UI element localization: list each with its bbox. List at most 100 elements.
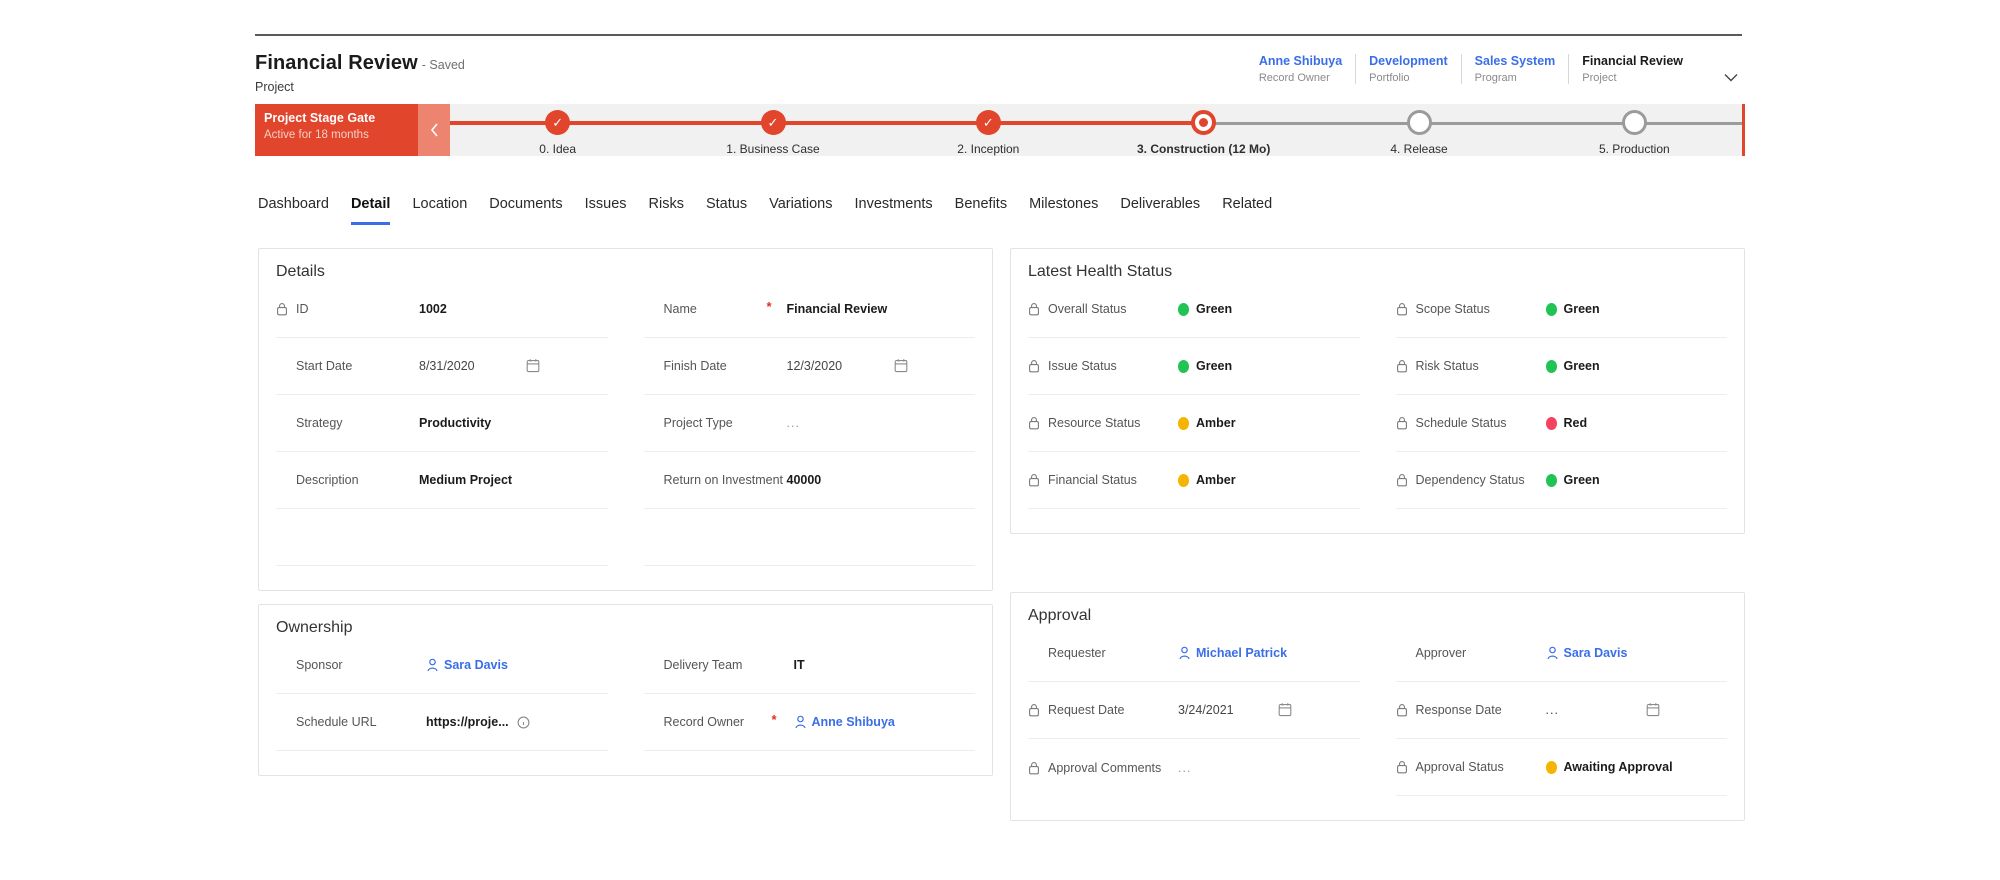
field-row[interactable]: Return on Investment 40000	[643, 452, 975, 509]
field-value-person[interactable]: Anne Shibuya	[794, 715, 895, 729]
stage-gate-node-todo-icon[interactable]	[1406, 110, 1432, 135]
calendar-icon[interactable]	[526, 358, 540, 373]
field-row[interactable]: ID 1002	[276, 281, 608, 338]
info-icon[interactable]	[517, 716, 530, 729]
field-row[interactable]: Name * Financial Review	[643, 281, 975, 338]
tab-location[interactable]: Location	[401, 196, 478, 212]
stage-gate-label: Project Stage Gate Active for 18 months	[255, 104, 418, 156]
ownership-left-column: Sponsor Sara Davis Schedule URL https://pro…	[276, 637, 626, 751]
field-value-empty[interactable]: ...	[787, 416, 800, 430]
stage-gate-step-3[interactable]: 3. Construction (12 Mo)	[1114, 104, 1294, 156]
chevron-down-icon[interactable]	[1720, 66, 1742, 88]
field-value-url[interactable]: https://proje...	[426, 715, 530, 729]
page-title: Financial Review - Saved	[255, 52, 465, 75]
stage-gate-step-1[interactable]: ✓ 1. Business Case	[683, 104, 863, 156]
tab-benefits[interactable]: Benefits	[944, 196, 1018, 212]
field-row[interactable]: Sponsor Sara Davis	[276, 637, 608, 694]
stage-gate-node-current-icon[interactable]	[1191, 110, 1217, 135]
tab-status[interactable]: Status	[695, 196, 758, 212]
status-dot-icon	[1178, 359, 1189, 373]
field-value-text[interactable]: Financial Review	[787, 302, 888, 316]
field-value-text[interactable]: Medium Project	[419, 473, 512, 487]
status-label: Awaiting Approval	[1563, 760, 1673, 774]
field-row[interactable]: Start Date 8/31/2020	[276, 338, 608, 395]
status-badge[interactable]: Amber	[1178, 473, 1236, 487]
status-field-row[interactable]: Risk Status Green	[1395, 338, 1727, 395]
field-row[interactable]: Approval Comments...	[1028, 739, 1360, 796]
stage-gate-step-2[interactable]: ✓ 2. Inception	[898, 104, 1078, 156]
field-value-date[interactable]: ...	[1546, 703, 1559, 717]
stage-gate-step-4[interactable]: 4. Release	[1329, 104, 1509, 156]
tab-label: Status	[705, 196, 748, 212]
field-row[interactable]: Request Date 3/24/2021	[1028, 682, 1360, 739]
field-value-date[interactable]: 12/3/2020	[787, 359, 843, 373]
empty-field-row	[643, 509, 975, 566]
tab-investments[interactable]: Investments	[844, 196, 944, 212]
field-row[interactable]: Record Owner * Anne Shibuya	[643, 694, 975, 751]
status-badge[interactable]: Green	[1178, 302, 1232, 316]
status-field-row[interactable]: Overall Status Green	[1028, 281, 1360, 338]
calendar-icon[interactable]	[1278, 702, 1292, 717]
tab-documents[interactable]: Documents	[478, 196, 573, 212]
field-value-date[interactable]: 3/24/2021	[1178, 703, 1234, 717]
field-row[interactable]: Strategy Productivity	[276, 395, 608, 452]
app-page: Financial Review - Saved Project Anne Shi…	[0, 0, 2000, 880]
field-row[interactable]: Approver Sara Davis	[1395, 625, 1727, 682]
field-row[interactable]: Delivery Team IT	[643, 637, 975, 694]
status-field-row[interactable]: Issue Status Green	[1028, 338, 1360, 395]
status-badge[interactable]: Green	[1545, 473, 1600, 487]
status-field-row[interactable]: Dependency Status Green	[1395, 452, 1727, 509]
stage-gate-node-done-icon[interactable]: ✓	[545, 110, 571, 135]
field-value-text[interactable]: 40000	[787, 473, 822, 487]
person-icon	[794, 715, 807, 729]
status-badge[interactable]: Amber	[1178, 416, 1236, 430]
breadcrumb-item-2[interactable]: Development Portfolio	[1355, 54, 1461, 84]
status-badge[interactable]: Green	[1545, 359, 1600, 373]
tab-issues[interactable]: Issues	[574, 196, 638, 212]
field-value-text[interactable]: IT	[794, 658, 805, 672]
stage-gate-step-5[interactable]: 5. Production	[1544, 104, 1724, 156]
status-badge[interactable]: Green	[1178, 359, 1232, 373]
field-value-text[interactable]: Productivity	[419, 416, 491, 430]
stage-gate-node-todo-icon[interactable]	[1621, 110, 1647, 135]
status-field-row[interactable]: Schedule Status Red	[1395, 395, 1727, 452]
tab-detail[interactable]: Detail	[340, 196, 402, 225]
field-value-person[interactable]: Michael Patrick	[1178, 646, 1287, 660]
status-field-row[interactable]: Scope Status Green	[1395, 281, 1727, 338]
calendar-icon[interactable]	[894, 358, 908, 373]
field-row[interactable]: Finish Date 12/3/2020	[643, 338, 975, 395]
field-row[interactable]: Project Type...	[643, 395, 975, 452]
field-label: Approval Comments	[1048, 760, 1162, 775]
field-value-empty[interactable]: ...	[1178, 761, 1191, 775]
status-badge[interactable]: Green	[1545, 302, 1600, 316]
breadcrumb-item-1[interactable]: Anne Shibuya Record Owner	[1246, 54, 1355, 84]
field-value-date[interactable]: 8/31/2020	[419, 359, 475, 373]
status-field-row[interactable]: Financial Status Amber	[1028, 452, 1360, 509]
breadcrumb-item-3[interactable]: Sales System Program	[1460, 54, 1569, 84]
field-row[interactable]: Schedule URL https://proje...	[276, 694, 608, 751]
field-value-person[interactable]: Sara Davis	[1546, 646, 1627, 660]
tab-dashboard[interactable]: Dashboard	[258, 196, 340, 212]
stage-gate-step-0[interactable]: ✓ 0. Idea	[468, 104, 648, 156]
status-badge[interactable]: Awaiting Approval	[1545, 760, 1673, 774]
tab-milestones[interactable]: Milestones	[1018, 196, 1109, 212]
tab-risks[interactable]: Risks	[638, 196, 695, 212]
field-value-text[interactable]: 1002	[419, 302, 447, 316]
status-field-row[interactable]: Resource Status Amber	[1028, 395, 1360, 452]
tab-variations[interactable]: Variations	[758, 196, 843, 212]
field-row[interactable]: Response Date...	[1395, 682, 1727, 739]
tab-deliverables[interactable]: Deliverables	[1109, 196, 1211, 212]
health-left-column: Overall Status Green Issue Status Green Reso…	[1028, 281, 1378, 509]
stage-gate-node-done-icon[interactable]: ✓	[760, 110, 786, 135]
person-name: Michael Patrick	[1196, 646, 1288, 660]
field-value-person[interactable]: Sara Davis	[426, 658, 508, 672]
stage-gate-node-done-icon[interactable]: ✓	[975, 110, 1001, 135]
tab-related[interactable]: Related	[1211, 196, 1283, 212]
field-row[interactable]: Requester Michael Patrick	[1028, 625, 1360, 682]
field-row[interactable]: Description Medium Project	[276, 452, 608, 509]
field-row[interactable]: Approval Status Awaiting Approval	[1395, 739, 1727, 796]
status-badge[interactable]: Red	[1545, 416, 1587, 430]
chevron-left-icon[interactable]	[418, 104, 450, 156]
calendar-icon[interactable]	[1646, 702, 1660, 717]
check-icon: ✓	[552, 115, 564, 130]
